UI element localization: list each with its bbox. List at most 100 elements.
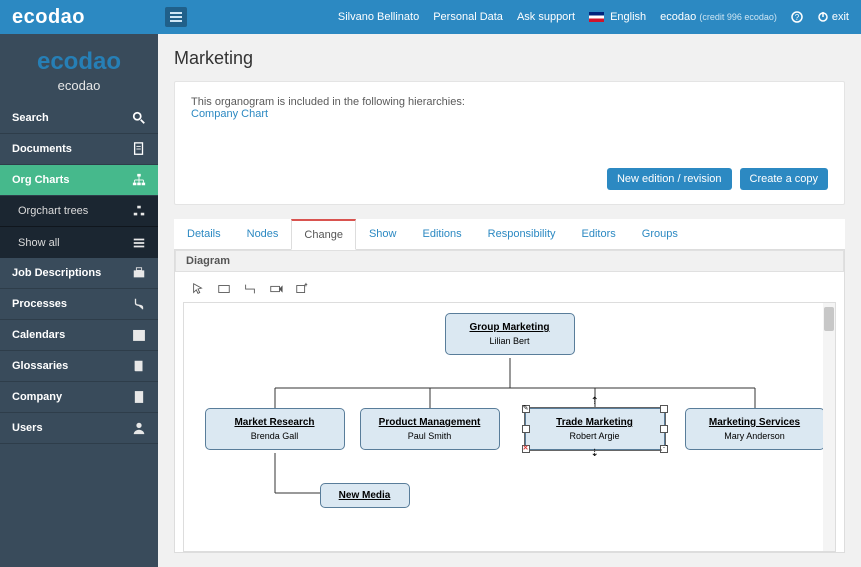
tab-editors[interactable]: Editors (569, 219, 629, 249)
vertical-scrollbar[interactable] (823, 303, 835, 551)
tree-icon (132, 204, 146, 218)
sidebar-company: ecodao (0, 78, 158, 103)
node-product-management[interactable]: Product Management Paul Smith (360, 408, 500, 450)
sidebar-item-glossaries[interactable]: Glossaries (0, 351, 158, 382)
process-icon (132, 297, 146, 311)
node-title: Market Research (212, 417, 338, 428)
sidebar-item-label: Users (12, 422, 43, 434)
page-title: Marketing (174, 48, 845, 69)
node-person: Robert Argie (532, 431, 658, 441)
power-icon (817, 11, 829, 23)
sidebar-sub-orgchart-trees[interactable]: Orgchart trees (0, 196, 158, 227)
ask-support-link[interactable]: Ask support (517, 11, 575, 23)
tab-show[interactable]: Show (356, 219, 410, 249)
org-icon (132, 173, 146, 187)
sidebar-item-label: Org Charts (12, 174, 69, 186)
anchor-bottom[interactable]: ⇣ (591, 451, 599, 459)
node-person: Lilian Bert (452, 336, 568, 346)
tab-details[interactable]: Details (174, 219, 234, 249)
diagram-canvas[interactable]: Group Marketing Lilian Bert Market Resea… (183, 302, 836, 552)
resize-handle-se[interactable]: ⋰ (660, 445, 668, 453)
tenant-credit: (credit 996 ecodao) (699, 12, 777, 22)
node-title: Product Management (367, 417, 493, 428)
menu-toggle[interactable] (165, 7, 187, 27)
exit-link[interactable]: exit (817, 11, 849, 23)
node-group-marketing[interactable]: Group Marketing Lilian Bert (445, 313, 575, 355)
sidebar-item-calendars[interactable]: Calendars (0, 320, 158, 351)
node-title: Group Marketing (452, 322, 568, 333)
tab-change[interactable]: Change (291, 219, 356, 250)
node-trade-marketing[interactable]: Trade Marketing Robert Argie ✎ ⇡ ⇣ ✕ ⋰ (525, 408, 665, 450)
company-chart-link[interactable]: Company Chart (191, 108, 828, 120)
sidebar-item-label: Job Descriptions (12, 267, 101, 279)
sidebar-item-label: Search (12, 112, 49, 124)
calendar-icon (132, 328, 146, 342)
sidebar-item-label: Company (12, 391, 62, 403)
briefcase-icon (132, 266, 146, 280)
node-new-media[interactable]: New Media (320, 483, 410, 508)
tenant-link[interactable]: ecodao (credit 996 ecodao) (660, 11, 777, 23)
sidebar-item-documents[interactable]: Documents (0, 134, 158, 165)
sidebar: ecodao ecodao Search Documents Org Chart… (0, 34, 158, 567)
tab-editions[interactable]: Editions (410, 219, 475, 249)
connector-tool-icon[interactable] (243, 282, 257, 296)
file-icon (132, 142, 146, 156)
brand-logo-top: ecodao (12, 6, 85, 29)
hierarchy-text: This organogram is included in the follo… (191, 96, 828, 108)
delete-handle[interactable]: ✕ (522, 445, 530, 453)
sidebar-item-orgcharts[interactable]: Org Charts (0, 165, 158, 196)
hierarchy-panel: This organogram is included in the follo… (174, 81, 845, 205)
sidebar-item-label: Processes (12, 298, 67, 310)
sidebar-sub-show-all[interactable]: Show all (0, 227, 158, 258)
sidebar-sub-label: Show all (18, 237, 60, 249)
line-arrow-tool-icon[interactable] (269, 282, 283, 296)
resize-handle-e[interactable] (660, 425, 668, 433)
sidebar-sub-label: Orgchart trees (18, 205, 88, 217)
help-link[interactable]: ? (791, 11, 803, 23)
language-label: English (610, 11, 646, 23)
hamburger-icon (170, 12, 182, 22)
user-link[interactable]: Silvano Bellinato (338, 11, 419, 23)
help-icon: ? (791, 11, 803, 23)
book-icon (132, 359, 146, 373)
rect-tool-icon[interactable] (217, 282, 231, 296)
list-icon (132, 236, 146, 250)
node-person: Paul Smith (367, 431, 493, 441)
node-marketing-services[interactable]: Marketing Services Mary Anderson (685, 408, 825, 450)
sidebar-item-job-descriptions[interactable]: Job Descriptions (0, 258, 158, 289)
resize-handle-nw[interactable]: ✎ (522, 405, 530, 413)
sidebar-item-users[interactable]: Users (0, 413, 158, 444)
sidebar-item-processes[interactable]: Processes (0, 289, 158, 320)
sidebar-item-company[interactable]: Company (0, 382, 158, 413)
anchor-top[interactable]: ⇡ (591, 399, 599, 407)
tab-responsibility[interactable]: Responsibility (475, 219, 569, 249)
sidebar-item-label: Glossaries (12, 360, 68, 372)
personal-data-link[interactable]: Personal Data (433, 11, 503, 23)
create-copy-button[interactable]: Create a copy (740, 168, 828, 190)
search-icon (132, 111, 146, 125)
sidebar-item-search[interactable]: Search (0, 103, 158, 134)
node-title: New Media (325, 490, 405, 501)
node-market-research[interactable]: Market Research Brenda Gall (205, 408, 345, 450)
language-selector[interactable]: English (589, 11, 646, 23)
tab-groups[interactable]: Groups (629, 219, 691, 249)
node-person: Mary Anderson (692, 431, 818, 441)
building-icon (132, 390, 146, 404)
tab-bar: Details Nodes Change Show Editions Respo… (174, 219, 845, 250)
new-edition-button[interactable]: New edition / revision (607, 168, 732, 190)
svg-text:?: ? (795, 13, 800, 22)
diagram-header: Diagram (175, 250, 844, 272)
resize-handle-w[interactable] (522, 425, 530, 433)
exit-label: exit (832, 11, 849, 23)
sidebar-item-label: Calendars (12, 329, 65, 341)
sidebar-item-label: Documents (12, 143, 72, 155)
tenant-name: ecodao (660, 11, 696, 23)
uk-flag-icon (589, 12, 604, 22)
tab-nodes[interactable]: Nodes (234, 219, 292, 249)
pointer-tool-icon[interactable] (191, 282, 205, 296)
scrollbar-thumb[interactable] (824, 307, 834, 331)
node-person: Brenda Gall (212, 431, 338, 441)
resize-handle-ne[interactable] (660, 405, 668, 413)
label-tool-icon[interactable] (295, 282, 309, 296)
diagram-toolbar (183, 278, 836, 302)
